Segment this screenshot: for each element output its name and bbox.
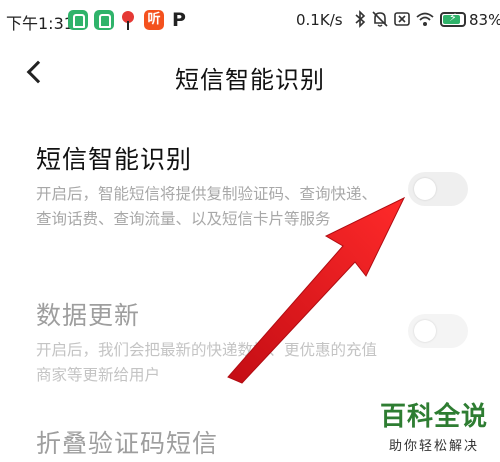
page-header: 短信智能识别 bbox=[0, 52, 500, 102]
map-pin-icon bbox=[118, 10, 138, 30]
status-bar: 下午1:31 听 P 0.1K/s ⚡ 83% bbox=[0, 0, 500, 42]
watermark-sub-text: 助你轻松解决 bbox=[388, 439, 479, 454]
mute-bell-icon bbox=[371, 10, 389, 33]
toggle-knob bbox=[414, 178, 436, 200]
setting-description: 开启后，我们会把最新的快递数据、更优惠的充值商家等更新给用户 bbox=[36, 341, 378, 384]
watermark-main-text: 百科全说 bbox=[379, 402, 488, 432]
green-app-icon bbox=[68, 10, 88, 30]
wifi-icon bbox=[415, 10, 435, 33]
setting-title: 短信智能识别 bbox=[36, 145, 193, 174]
p-app-icon: P bbox=[172, 9, 186, 31]
battery-icon: ⚡ bbox=[440, 11, 466, 27]
data-update-toggle[interactable] bbox=[408, 314, 468, 348]
watermark-logo: 百科全说 助你轻松解决 bbox=[378, 396, 490, 454]
setting-sms-recognition[interactable]: 短信智能识别 开启后，智能短信将提供复制验证码、查询快递、查询话费、查询流量、以… bbox=[36, 140, 476, 232]
page-title: 短信智能识别 bbox=[175, 66, 325, 94]
network-speed: 0.1K/s bbox=[296, 11, 343, 29]
toggle-knob bbox=[414, 320, 436, 342]
news-app-icon: 听 bbox=[144, 10, 164, 30]
setting-data-update[interactable]: 数据更新 开启后，我们会把最新的快递数据、更优惠的充值商家等更新给用户 bbox=[36, 296, 476, 388]
setting-description: 开启后，智能短信将提供复制验证码、查询快递、查询话费、查询流量、以及短信卡片等服… bbox=[36, 185, 378, 228]
sms-recognition-toggle[interactable] bbox=[408, 172, 468, 206]
status-time: 下午1:31 bbox=[6, 14, 74, 33]
green-app-icon bbox=[94, 10, 114, 30]
battery-percent: 83% bbox=[469, 11, 500, 29]
bluetooth-icon bbox=[354, 10, 366, 33]
no-sim-icon bbox=[393, 10, 411, 33]
